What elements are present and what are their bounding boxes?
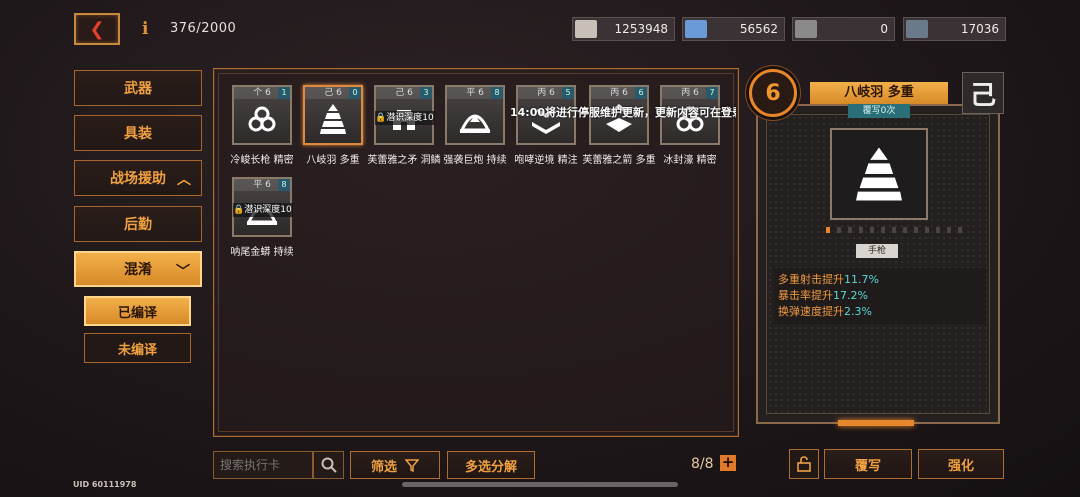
cone-icon	[856, 147, 902, 201]
cone-icon	[315, 101, 351, 137]
page-count: 8/8	[691, 456, 714, 472]
card-name: 呐尾金蟒 持续	[230, 247, 294, 258]
overwrite-label: 覆写	[854, 458, 881, 474]
menu-obfuscate[interactable]: 混淆 ﹀	[74, 251, 202, 287]
card-count: 376/2000	[170, 21, 237, 36]
card-badge: 1	[278, 87, 290, 99]
card-item[interactable]: 丙 6 6 芙蕾雅之箭 多重	[582, 85, 656, 166]
filter-button[interactable]: 筛选	[350, 451, 440, 479]
resource-ore-value: 17036	[960, 22, 999, 36]
menu-weapons[interactable]: 武器	[74, 70, 202, 106]
stat-row: 换弹速度提升2.3%	[778, 304, 982, 320]
weapon-type-tag: 手枪	[856, 244, 898, 258]
rank-badge: 6	[749, 69, 797, 117]
stat-label: 暴击率提升	[778, 289, 833, 302]
level-dots	[826, 227, 962, 233]
stat-list: 多重射击提升11.7% 暴击率提升17.2% 换弹速度提升2.3%	[774, 268, 986, 324]
submenu-compiled[interactable]: 已编译	[84, 296, 191, 326]
home-indicator[interactable]	[402, 482, 678, 487]
stat-value: 2.3%	[844, 305, 872, 318]
biohazard-icon	[244, 101, 280, 137]
cube-ore-icon	[906, 20, 928, 38]
menu-battle-support-label: 战场援助	[110, 171, 166, 187]
grade-glyph: 己	[962, 72, 1004, 114]
detail-glow-bar	[838, 420, 914, 426]
overwrite-button[interactable]: 覆写	[824, 449, 912, 479]
card-item[interactable]: 丙 6 5 咆哮逆境 精注	[514, 85, 578, 166]
menu-equipment[interactable]: 具装	[74, 115, 202, 151]
resource-memory-value: 0	[880, 22, 888, 36]
card-badge: 7	[706, 87, 718, 99]
card-item[interactable]: 己 6 3 🔒潜识深度10 芙蕾雅之矛 洞鳞	[367, 85, 441, 166]
overwrite-count: 覆写0次	[848, 104, 910, 118]
submenu-uncompiled[interactable]: 未编译	[84, 333, 191, 363]
menu-logistics-label: 后勤	[124, 217, 152, 233]
menu-logistics[interactable]: 后勤	[74, 206, 202, 242]
lock-toggle-button[interactable]	[789, 449, 819, 479]
card-name: 冰封濠 精密	[663, 155, 717, 166]
card-badge: 3	[420, 87, 432, 99]
stat-row: 暴击率提升17.2%	[778, 288, 982, 304]
card-badge: 6	[635, 87, 647, 99]
ticket-icon	[575, 20, 597, 38]
back-arrow-icon: ❮	[89, 18, 105, 40]
chip-box-icon	[685, 20, 707, 38]
stat-label: 多重射击提升	[778, 273, 844, 286]
strengthen-label: 强化	[947, 458, 974, 474]
unlock-icon	[797, 456, 811, 472]
chevron-down-icon: ﹀	[176, 264, 190, 280]
memory-stick-icon	[795, 20, 817, 38]
chevron-up-icon: ︿	[177, 172, 191, 188]
stat-value: 11.7%	[844, 273, 879, 286]
lock-overlay: 🔒潜识深度10	[375, 111, 435, 125]
resource-chip-box-value: 56562	[739, 22, 778, 36]
detail-card-image	[830, 128, 928, 220]
resource-ticket-value: 1253948	[614, 22, 668, 36]
card-badge: 5	[562, 87, 574, 99]
funnel-icon	[405, 459, 419, 472]
resource-ore: 17036	[903, 17, 1006, 41]
maintenance-marquee: 14:00将进行停服维护更新，更新内容可在登录	[510, 106, 736, 119]
stat-label: 换弹速度提升	[778, 305, 844, 318]
search-button[interactable]	[313, 451, 344, 479]
back-button[interactable]: ❮	[74, 13, 120, 45]
card-item-selected[interactable]: 己 6 0 八岐羽 多重	[303, 85, 363, 166]
dome-icon	[457, 101, 493, 137]
plus-icon[interactable]: +	[720, 455, 736, 471]
card-badge: 8	[278, 179, 290, 191]
search-input[interactable]	[213, 451, 313, 479]
info-icon[interactable]: i	[142, 19, 148, 39]
multi-decompose-button[interactable]: 多选分解	[447, 451, 535, 479]
card-badge: 0	[349, 87, 361, 99]
menu-equipment-label: 具装	[124, 126, 152, 142]
uid-label: UID 60111978	[73, 480, 137, 489]
detail-card-name: 八岐羽 多重	[810, 82, 948, 104]
resource-memory: 0	[792, 17, 895, 41]
card-badge: 8	[491, 87, 503, 99]
menu-weapons-label: 武器	[124, 81, 152, 97]
card-item[interactable]: 平 6 8 🔒潜识深度10 呐尾金蟒 持续	[230, 177, 294, 258]
submenu-uncompiled-label: 未编译	[117, 342, 157, 358]
stat-value: 17.2%	[833, 289, 868, 302]
multi-decompose-label: 多选分解	[464, 459, 517, 475]
lock-depth-label: 潜识深度10	[244, 205, 292, 215]
menu-battle-support[interactable]: 战场援助 ︿	[74, 160, 202, 196]
card-item[interactable]: 个 6 1 冷峻长枪 精密	[230, 85, 294, 166]
card-item[interactable]: 丙 6 7 冰封濠 精密	[660, 85, 720, 166]
menu-obfuscate-label: 混淆	[124, 262, 152, 278]
lock-depth-label: 潜识深度10	[386, 113, 434, 123]
stat-row: 多重射击提升11.7%	[778, 272, 982, 288]
resource-ticket: 1253948	[572, 17, 675, 41]
strengthen-button[interactable]: 强化	[918, 449, 1004, 479]
resource-chip-box: 56562	[682, 17, 785, 41]
submenu-compiled-label: 已编译	[117, 305, 157, 321]
card-item[interactable]: 平 6 8 强袭巨炮 持续	[443, 85, 507, 166]
filter-label: 筛选	[370, 459, 397, 475]
lock-overlay: 🔒潜识深度10	[233, 203, 293, 217]
search-icon	[321, 457, 337, 473]
